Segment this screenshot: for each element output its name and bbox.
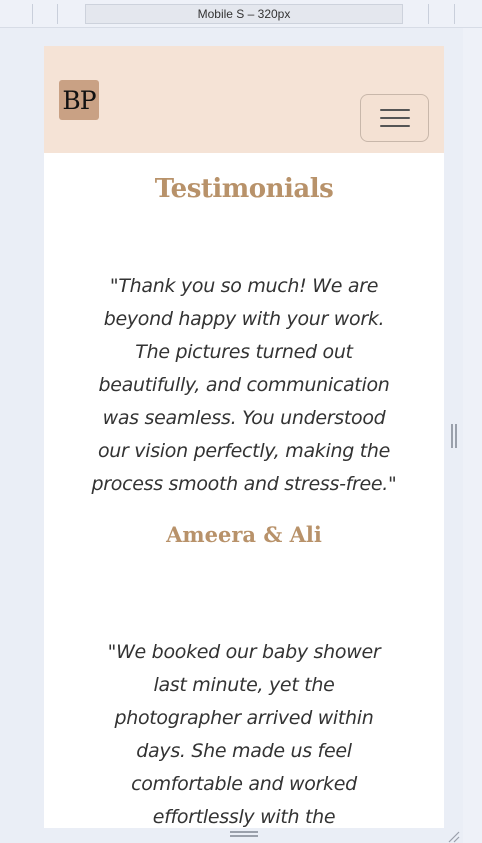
- testimonial-quote: "Thank you so much! We are beyond happy …: [74, 270, 414, 501]
- handle-line: [451, 424, 453, 448]
- quote-line: beyond happy with your work.: [103, 308, 385, 330]
- toolbar-divider: [57, 4, 58, 24]
- testimonial-quote: "We booked our baby shower last minute, …: [74, 636, 414, 828]
- handle-line: [230, 835, 258, 837]
- toolbar-divider: [32, 4, 33, 24]
- quote-line: "Thank you so much! We are: [109, 275, 379, 297]
- quote-line: comfortable and worked: [131, 773, 357, 795]
- quote-line: days. She made us feel: [136, 740, 352, 762]
- quote-line: "We booked our baby shower: [107, 641, 381, 663]
- device-size-label[interactable]: Mobile S – 320px: [85, 4, 403, 24]
- quote-line: beautifully, and communication: [98, 374, 390, 396]
- toolbar-divider: [454, 4, 455, 24]
- corner-resize-grip-icon[interactable]: [446, 828, 460, 843]
- testimonial-author: Ameera & Ali: [166, 522, 322, 547]
- menu-toggle-button[interactable]: [360, 94, 429, 142]
- resize-rail: [463, 28, 482, 843]
- navbar: BP: [44, 46, 444, 153]
- mobile-viewport: BP Testimonials "Thank you so much! We a…: [44, 46, 444, 828]
- height-resize-handle[interactable]: [230, 831, 258, 839]
- device-size-text: Mobile S – 320px: [197, 7, 291, 21]
- quote-line: our vision perfectly, making the: [97, 440, 391, 462]
- quote-line: last minute, yet the: [153, 674, 335, 696]
- quote-line: was seamless. You understood: [102, 407, 386, 429]
- handle-line: [230, 831, 258, 833]
- quote-line: photographer arrived within: [114, 707, 374, 729]
- handle-line: [455, 424, 457, 448]
- quote-line: process smooth and stress-free.": [91, 473, 397, 495]
- section-title: Testimonials: [154, 174, 334, 204]
- width-resize-handle[interactable]: [451, 424, 459, 448]
- quote-line: effortlessly with the: [152, 806, 336, 828]
- brand-logo[interactable]: BP: [59, 80, 99, 120]
- toolbar-divider: [428, 4, 429, 24]
- logo-text: BP: [62, 85, 96, 115]
- device-toolbar: Mobile S – 320px: [0, 0, 482, 28]
- quote-line: The pictures turned out: [135, 341, 353, 363]
